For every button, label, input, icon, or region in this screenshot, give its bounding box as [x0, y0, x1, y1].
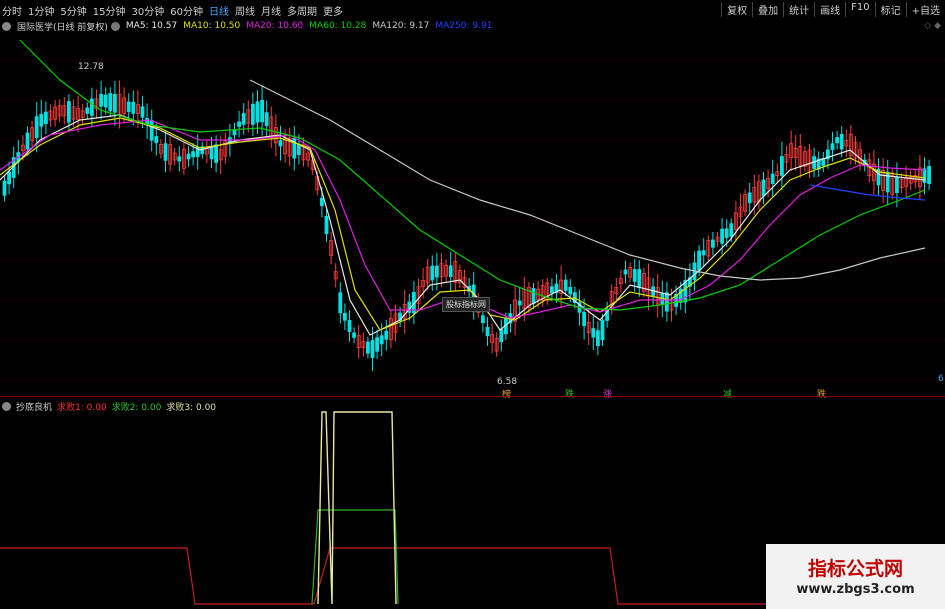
sub-indicator-name: 抄底良机	[16, 402, 53, 413]
sub-settings-icon[interactable]	[2, 401, 11, 411]
event-marker-1[interactable]: 榜	[502, 387, 511, 400]
indicator-popup: 股标指标网	[442, 297, 490, 312]
event-marker-3[interactable]: 涨	[603, 387, 612, 400]
site-watermark: 指标公式网 www.zbgs3.com	[766, 544, 945, 609]
q3-value: 求败3: 0.00	[166, 402, 217, 413]
moving-averages	[0, 39, 926, 336]
event-marker-4[interactable]: 减	[723, 387, 732, 400]
panel-divider[interactable]	[0, 396, 945, 397]
event-marker-2[interactable]: 跌	[565, 387, 574, 400]
right-edge-label: 6	[938, 374, 944, 384]
low-price-label: 6.58	[497, 377, 518, 387]
q2-value: 求败2: 0.00	[111, 402, 162, 413]
event-marker-5[interactable]: 跌	[817, 387, 826, 400]
watermark-url: www.zbgs3.com	[796, 582, 915, 597]
high-price-label: 12.78	[78, 62, 104, 72]
sub-indicator-legend: 抄底良机 求败1: 0.00 求败2: 0.00 求败3: 0.00	[2, 400, 221, 413]
watermark-title: 指标公式网	[807, 558, 903, 580]
q1-value: 求败1: 0.00	[57, 402, 107, 413]
